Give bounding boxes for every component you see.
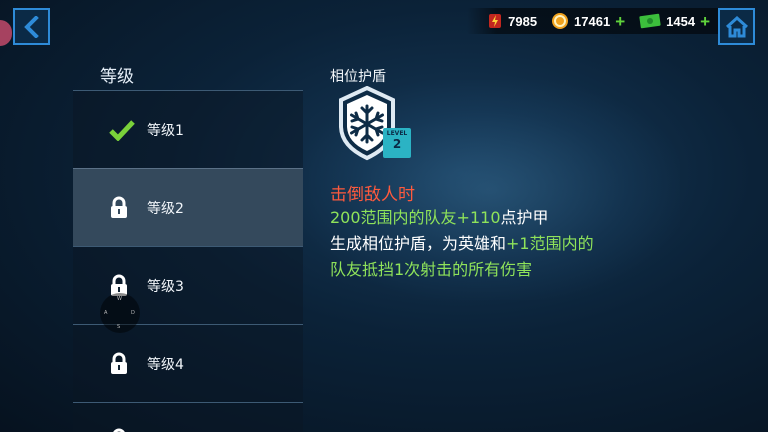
- desc-text: 生成相位护盾，为英雄和: [330, 234, 507, 253]
- energy-icon: [489, 14, 502, 28]
- side-drawer-tab[interactable]: [0, 20, 12, 46]
- level-row-label: 等级1: [147, 122, 184, 139]
- desc-highlight: 200范围内的队友: [330, 208, 457, 227]
- home-button[interactable]: [718, 8, 755, 45]
- description-line-3: 队友抵挡1次射击的所有伤害: [330, 257, 660, 283]
- wasd-compass: W A D S: [100, 293, 140, 333]
- level-badge-number: 2: [392, 137, 402, 151]
- level-row-label: 等级4: [147, 356, 184, 373]
- level-row-2[interactable]: 等级2: [73, 168, 303, 246]
- ability-title: 相位护盾: [330, 69, 386, 85]
- coins-resource: 17461 +: [551, 12, 625, 30]
- level-row-1[interactable]: 等级1: [73, 90, 303, 168]
- lock-icon: [109, 428, 139, 432]
- add-cash-button[interactable]: +: [700, 13, 710, 30]
- ability-trigger: 击倒敌人时: [330, 185, 415, 205]
- home-icon: [725, 15, 748, 37]
- level-row-label: 等级3: [147, 278, 184, 295]
- coins-value: 17461: [574, 13, 611, 29]
- ability-description: 200范围内的队友+110点护甲 生成相位护盾，为英雄和+1范围内的 队友抵挡1…: [330, 205, 660, 283]
- level-row-label: 等级2: [147, 200, 184, 217]
- cash-resource: 1454 +: [639, 13, 710, 30]
- back-button[interactable]: [13, 8, 50, 45]
- energy-value: 7985: [508, 13, 538, 29]
- desc-highlight: 队友抵挡1次射击的所有伤害: [330, 260, 533, 279]
- lock-icon: [109, 196, 139, 220]
- level-list: 等级1 等级2 等级3 等级4: [73, 90, 303, 432]
- level-row-5[interactable]: [73, 402, 303, 432]
- check-icon: [109, 119, 139, 141]
- desc-highlight: +1范围内的: [506, 234, 594, 253]
- level-badge-label: LEVEL: [386, 130, 408, 137]
- add-coins-button[interactable]: +: [615, 13, 625, 30]
- description-line-2: 生成相位护盾，为英雄和+1范围内的: [330, 231, 660, 257]
- coin-icon: [552, 13, 569, 29]
- cash-icon: [639, 13, 661, 29]
- level-badge: LEVEL 2: [383, 128, 411, 158]
- level-row-4[interactable]: 等级4: [73, 324, 303, 402]
- compass-w: A: [104, 310, 108, 316]
- compass-e: D: [131, 310, 135, 316]
- compass-s: S: [117, 324, 121, 330]
- compass-n: W: [117, 296, 122, 302]
- chevron-left-icon: [23, 15, 39, 38]
- cash-value: 1454: [666, 13, 696, 29]
- lock-icon: [109, 352, 139, 376]
- desc-text: 点护甲: [500, 208, 549, 227]
- energy-resource: 7985: [487, 12, 537, 30]
- desc-highlight: +110: [456, 208, 501, 227]
- level-list-title: 等级: [100, 67, 134, 87]
- resource-bar: 7985 17461 + 1454 +: [467, 8, 718, 34]
- description-line-1: 200范围内的队友+110点护甲: [330, 205, 660, 231]
